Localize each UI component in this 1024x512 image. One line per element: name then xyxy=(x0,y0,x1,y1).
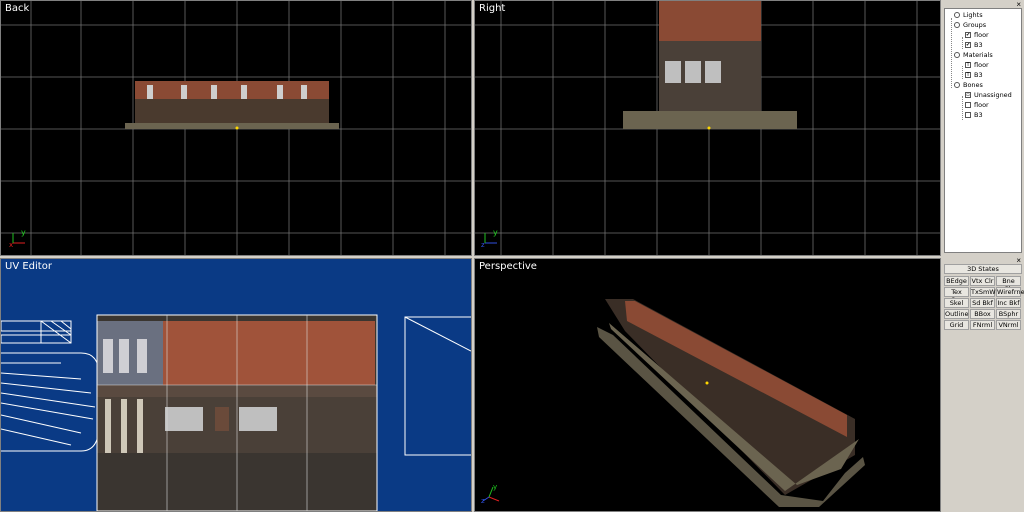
texture-icon: T xyxy=(965,72,971,78)
checkbox-icon[interactable] xyxy=(965,102,971,108)
tex-srn-button[interactable]: Tex Srn xyxy=(944,287,969,304)
inc-bkf-button[interactable]: Inc Bkf xyxy=(996,298,1021,308)
checkbox-icon[interactable]: ✔ xyxy=(965,42,971,48)
axis-gizmo-right: y z xyxy=(481,228,498,249)
right-title: Right xyxy=(479,3,506,14)
back-grid xyxy=(1,1,471,255)
3d-states-button[interactable]: 3D States xyxy=(944,264,1022,274)
vtx-clr-button[interactable]: Vtx Clr xyxy=(970,276,995,286)
tree-item-group-b3[interactable]: ✔ B3 xyxy=(965,40,983,50)
axis-y-label: y xyxy=(21,228,26,237)
scene-tree[interactable]: Lights Groups ✔ floor ✔ B3 Materials Tfloo… xyxy=(944,8,1022,253)
axis-z-label: z xyxy=(481,241,485,249)
vnrml-button[interactable]: VNrml xyxy=(996,320,1021,330)
tree-item-bone-b3[interactable]: B3 xyxy=(965,110,983,120)
tree-item-materials[interactable]: Materials xyxy=(954,50,993,60)
tree-item-bones[interactable]: Bones xyxy=(954,80,983,90)
sd-bkf-button[interactable]: Sd Bkf xyxy=(970,298,995,308)
axis-y-label: y xyxy=(493,228,498,237)
viewport-uv-editor[interactable]: UV Editor xyxy=(0,258,472,512)
grid-button[interactable]: Grid xyxy=(944,320,969,330)
light-icon xyxy=(954,12,960,18)
uv-title: UV Editor xyxy=(5,261,52,272)
axis-z-label: z xyxy=(481,497,485,505)
bbox-button[interactable]: BBox xyxy=(970,309,995,319)
states-panel: × 3D States BEdge Vtx Clr Bne Clr Tex Sr… xyxy=(942,256,1024,512)
axis-gizmo-perspective: y z xyxy=(481,483,500,505)
right-grid xyxy=(475,1,940,255)
texture-icon: T xyxy=(965,62,971,68)
viewport-perspective[interactable]: Perspective y z xyxy=(474,258,941,512)
tree-item-material-floor[interactable]: Tfloor xyxy=(965,60,989,70)
axis-y-label: y xyxy=(493,483,497,491)
axis-gizmo-back: y x xyxy=(9,228,26,249)
tree-item-material-b3[interactable]: T B3 xyxy=(965,70,983,80)
perspective-building xyxy=(597,299,865,507)
uv-canvas xyxy=(1,314,471,511)
bsphr-button[interactable]: BSphr xyxy=(996,309,1021,319)
fnrml-button[interactable]: FNrml xyxy=(970,320,995,330)
checkbox-icon[interactable] xyxy=(965,112,971,118)
axis-x-label: x xyxy=(9,241,13,249)
group-icon xyxy=(954,22,960,28)
checkbox-icon[interactable]: ✔ xyxy=(965,32,971,38)
bne-clr-button[interactable]: Bne Clr xyxy=(996,276,1021,293)
skel-button[interactable]: Skel xyxy=(944,298,969,308)
checkbox-icon[interactable]: ▫ xyxy=(965,92,971,98)
material-icon xyxy=(954,52,960,58)
bedge-button[interactable]: BEdge xyxy=(944,276,969,286)
wireframe-button[interactable]: Wirefrne xyxy=(996,287,1024,297)
perspective-canvas xyxy=(597,299,865,507)
tree-item-bone-unassigned[interactable]: ▫ Unassigned xyxy=(965,90,1012,100)
back-title: Back xyxy=(5,3,30,14)
outline-button[interactable]: Outline xyxy=(944,309,969,319)
tree-item-lights[interactable]: Lights xyxy=(954,10,983,20)
bones-icon xyxy=(954,82,960,88)
back-building xyxy=(125,81,339,130)
perspective-title: Perspective xyxy=(479,261,537,272)
scene-tree-panel: × Lights Groups ✔ floor ✔ B3 Materials Tfl… xyxy=(942,0,1024,256)
viewport-back[interactable]: Back y x xyxy=(0,0,472,256)
tree-item-groups[interactable]: Groups xyxy=(954,20,986,30)
right-building xyxy=(623,1,797,130)
txsmwr-button[interactable]: TxSmWr xyxy=(970,287,998,297)
viewport-right[interactable]: Right y z xyxy=(474,0,941,256)
tree-item-group-floor[interactable]: ✔ floor xyxy=(965,30,989,40)
tree-item-bone-floor[interactable]: floor xyxy=(965,100,989,110)
